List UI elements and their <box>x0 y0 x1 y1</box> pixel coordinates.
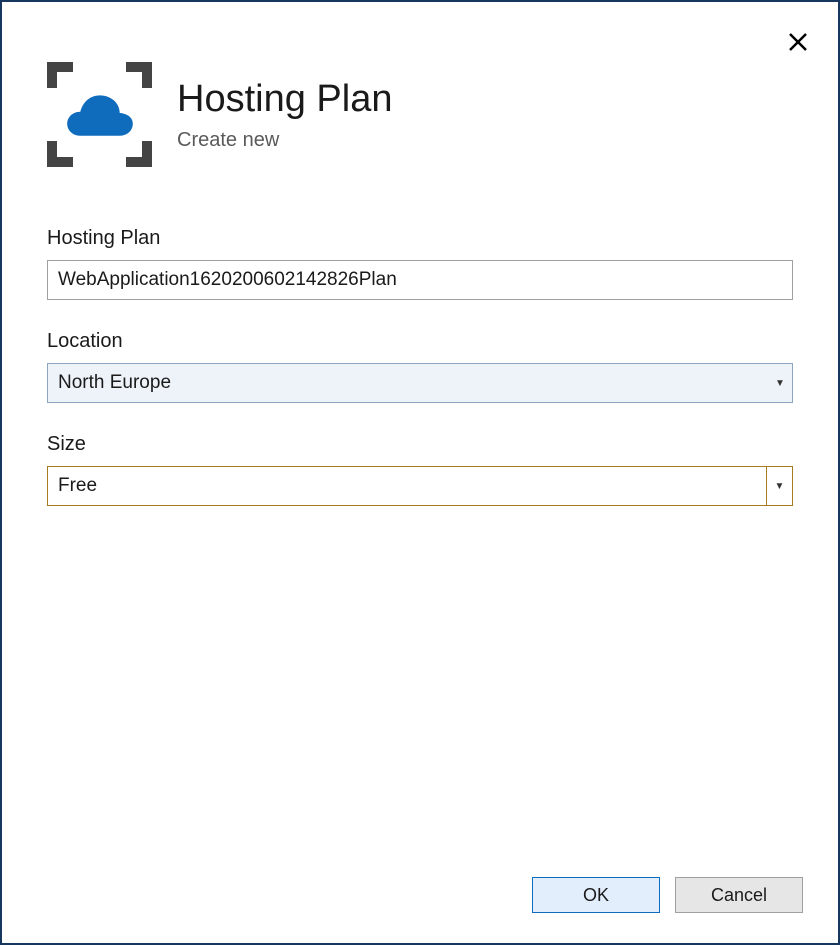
hosting-plan-input[interactable] <box>47 260 793 300</box>
form-area: Hosting Plan Location North Europe ▼ Siz… <box>2 167 838 506</box>
dialog-subtitle: Create new <box>177 129 392 152</box>
size-label: Size <box>47 433 793 456</box>
close-button[interactable] <box>788 30 808 56</box>
hosting-plan-icon <box>47 62 152 167</box>
ok-button[interactable]: OK <box>532 877 660 913</box>
hosting-plan-label: Hosting Plan <box>47 227 793 250</box>
size-selected-value: Free <box>48 475 97 497</box>
location-label: Location <box>47 330 793 353</box>
location-dropdown[interactable]: North Europe ▼ <box>47 363 793 403</box>
location-selected-value: North Europe <box>48 372 171 394</box>
cloud-icon <box>65 90 135 140</box>
size-dropdown[interactable]: Free ▼ <box>47 466 793 506</box>
dialog-footer: OK Cancel <box>532 877 803 913</box>
dialog-title: Hosting Plan <box>177 78 392 121</box>
chevron-down-icon: ▼ <box>768 364 792 402</box>
dialog-header: Hosting Plan Create new <box>2 2 838 167</box>
cancel-button[interactable]: Cancel <box>675 877 803 913</box>
chevron-down-icon: ▼ <box>766 467 792 505</box>
